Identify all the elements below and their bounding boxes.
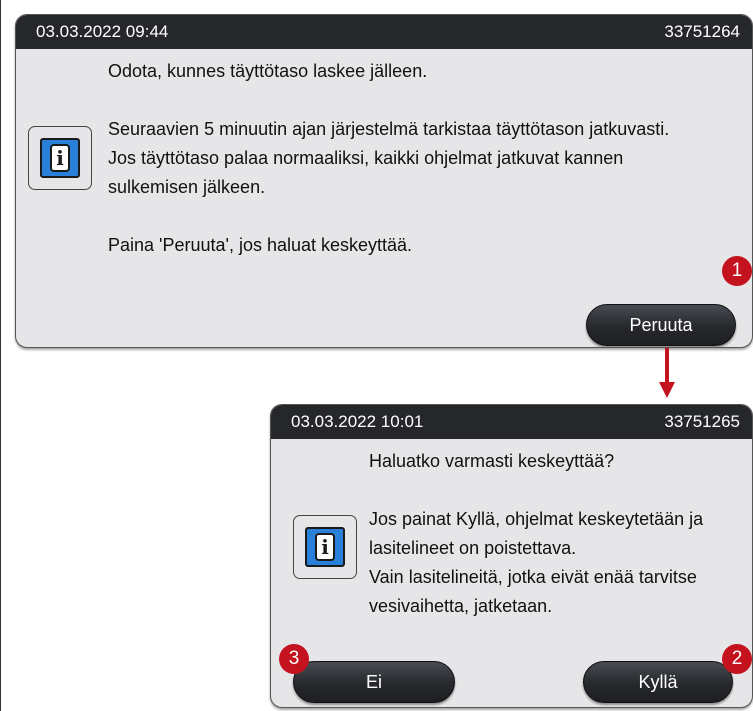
dialog-heading: Haluatko varmasti keskeyttää? <box>369 451 615 471</box>
dialog-message-id: 33751265 <box>664 412 740 431</box>
info-glyph: i <box>315 533 335 561</box>
dialog-message-id: 33751264 <box>664 22 740 41</box>
figure-left-border <box>0 0 1 711</box>
confirm-abort-dialog: 03.03.2022 10:01 33751265 Haluatko varma… <box>270 404 753 708</box>
dialog-message-line: Vain lasitelineitä, jotka eivät enää tar… <box>369 567 697 587</box>
cancel-button[interactable]: Peruuta <box>586 304 736 346</box>
arrow-down-icon <box>665 348 669 384</box>
dialog-timestamp: 03.03.2022 09:44 <box>36 22 169 41</box>
dialog-titlebar: 03.03.2022 10:01 33751265 <box>271 405 752 439</box>
callout-3: 3 <box>279 644 309 674</box>
dialog-timestamp: 03.03.2022 10:01 <box>291 412 424 431</box>
dialog-message-line: sulkemisen jälkeen. <box>108 177 266 197</box>
dialog-message-line: lasitelineet on poistettava. <box>369 538 577 558</box>
yes-button[interactable]: Kyllä <box>583 661 733 703</box>
info-icon: i <box>28 126 92 190</box>
callout-2: 2 <box>722 644 752 674</box>
dialog-message-line: Seuraavien 5 minuutin ajan järjestelmä t… <box>108 119 670 139</box>
no-button[interactable]: Ei <box>293 661 455 703</box>
dialog-message-line: vesivaihetta, jatketaan. <box>369 596 553 616</box>
dialog-titlebar: 03.03.2022 09:44 33751264 <box>16 15 752 49</box>
dialog-instruction: Paina 'Peruuta', jos haluat keskeyttää. <box>108 235 413 255</box>
info-icon: i <box>293 515 357 579</box>
info-glyph: i <box>50 144 70 172</box>
wait-dialog: 03.03.2022 09:44 33751264 Odota, kunnes … <box>15 14 753 348</box>
dialog-message-line: Jos painat Kyllä, ohjelmat keskeytetään … <box>369 509 704 529</box>
dialog-heading: Odota, kunnes täyttötaso laskee jälleen. <box>108 61 428 81</box>
dialog-message-line: Jos täyttötaso palaa normaaliksi, kaikki… <box>108 148 624 168</box>
callout-1: 1 <box>722 256 752 286</box>
arrow-head <box>659 382 675 398</box>
